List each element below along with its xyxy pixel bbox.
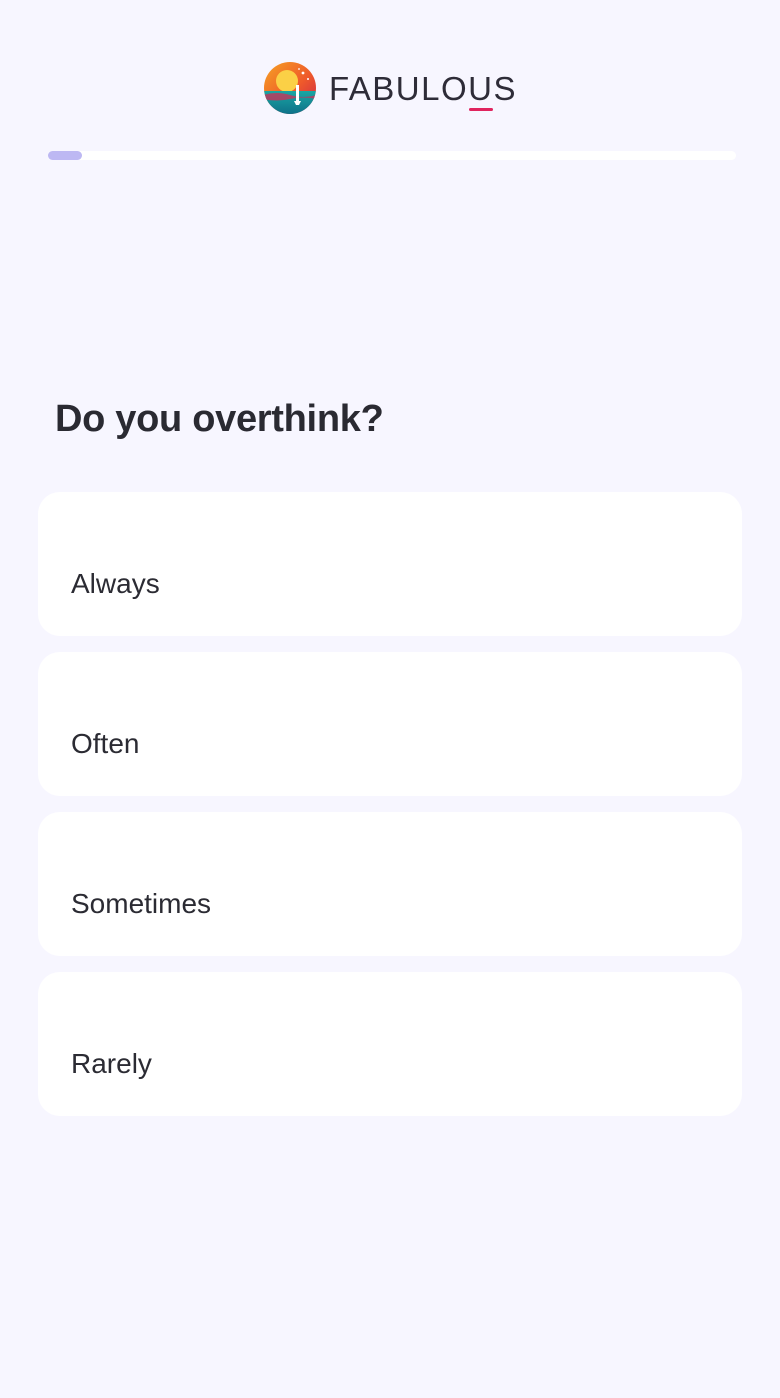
brand-text-prefix: FABULO: [328, 69, 469, 107]
answer-option-sometimes[interactable]: Sometimes: [38, 812, 742, 956]
answer-options: Always Often Sometimes Rarely: [38, 492, 742, 1132]
brand-text-u: U: [468, 69, 494, 111]
quiz-progress-bar: [48, 151, 736, 160]
fabulous-logo-icon: [263, 62, 316, 114]
quiz-progress-fill: [48, 151, 83, 160]
answer-option-always[interactable]: Always: [38, 492, 742, 636]
answer-option-often[interactable]: Often: [38, 652, 742, 796]
answer-option-label: Sometimes: [71, 888, 212, 919]
answer-option-label: Always: [71, 568, 160, 599]
answer-option-label: Often: [71, 728, 140, 759]
brand-wordmark: FABULOUS: [328, 69, 518, 111]
answer-option-rarely[interactable]: Rarely: [38, 972, 742, 1116]
brand-text-suffix: S: [493, 69, 518, 107]
answer-option-label: Rarely: [71, 1048, 152, 1079]
onboarding-quiz-page: FABULOUS Do you overthink? Always Often …: [0, 0, 780, 1398]
app-header: FABULOUS: [0, 60, 780, 116]
question-title: Do you overthink?: [55, 398, 384, 440]
